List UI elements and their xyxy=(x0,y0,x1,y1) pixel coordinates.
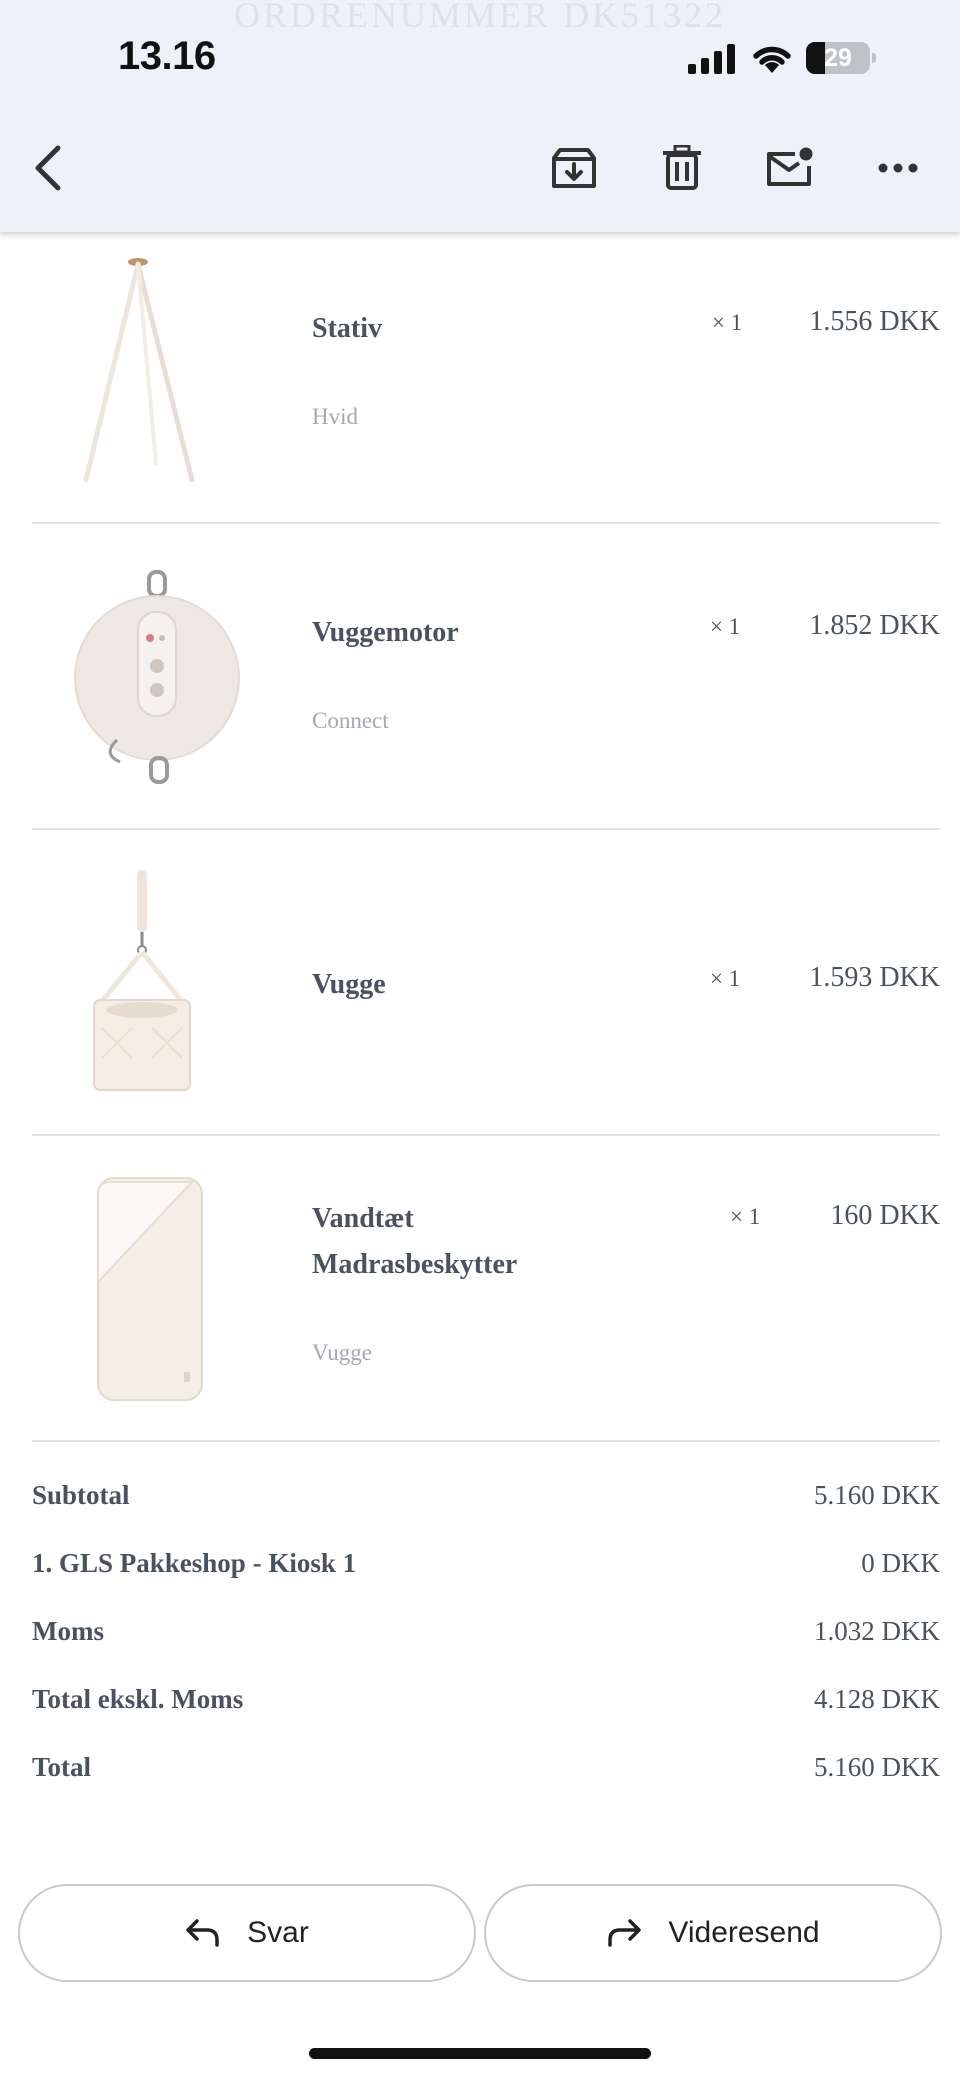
product-quantity: × 1 xyxy=(730,1204,761,1229)
wifi-icon xyxy=(753,46,791,73)
product-price: 1.593 DKK xyxy=(809,962,940,993)
forward-button[interactable]: Videresend xyxy=(484,1884,942,1982)
forward-label: Videresend xyxy=(668,1916,820,1949)
shipping-value: 0 DKK xyxy=(861,1548,940,1578)
more-icon xyxy=(878,163,918,173)
vat-value: 1.032 DKK xyxy=(814,1616,940,1646)
total-excl-vat-row: Total ekskl. Moms 4.128 DKK xyxy=(32,1684,940,1724)
trash-icon xyxy=(663,145,701,190)
product-price: 160 DKK xyxy=(830,1200,940,1231)
more-options-button[interactable] xyxy=(870,140,926,196)
shipping-label: 1. GLS Pakkeshop - Kiosk 1 xyxy=(32,1548,357,1578)
list-item: Vuggemotor Connect × 1 1.852 DKK xyxy=(32,524,940,830)
product-variant: Connect xyxy=(312,708,389,733)
cellular-signal-icon xyxy=(688,44,735,74)
battery-percent: 29 xyxy=(824,43,852,72)
total-row: Total 5.160 DKK xyxy=(32,1752,940,1792)
product-quantity: × 1 xyxy=(710,966,741,991)
product-variant: Hvid xyxy=(312,404,358,429)
back-button[interactable] xyxy=(22,140,78,196)
total-value: 5.160 DKK xyxy=(814,1752,940,1782)
subtotal-row: Subtotal 5.160 DKK xyxy=(32,1480,940,1520)
mark-unread-icon xyxy=(767,147,813,186)
battery-icon: 29 xyxy=(806,42,876,74)
forward-icon xyxy=(608,1919,642,1947)
product-name: Vugge xyxy=(312,969,386,1000)
status-icons: 29 xyxy=(688,38,876,78)
product-name: Stativ xyxy=(312,313,382,344)
product-quantity: × 1 xyxy=(710,614,741,639)
reply-label: Svar xyxy=(247,1916,309,1949)
reply-icon xyxy=(186,1919,219,1947)
total-excl-vat-label: Total ekskl. Moms xyxy=(32,1684,244,1714)
mattress-protector-image xyxy=(97,1177,203,1401)
reply-button[interactable]: Svar xyxy=(18,1884,476,1982)
vat-label: Moms xyxy=(32,1616,104,1646)
tripod-stand-image xyxy=(83,258,195,483)
back-arrow-icon xyxy=(35,145,61,191)
product-variant: Vugge xyxy=(312,1340,372,1365)
archive-icon xyxy=(552,148,596,188)
status-time: 13.16 xyxy=(118,34,216,78)
subtotal-label: Subtotal xyxy=(32,1480,130,1510)
total-label: Total xyxy=(32,1752,92,1782)
mark-unread-button[interactable] xyxy=(762,140,818,196)
cradle-motor-image xyxy=(74,570,240,784)
list-item: Vugge × 1 1.593 DKK xyxy=(32,830,940,1136)
home-indicator xyxy=(309,2048,651,2059)
shipping-row: 1. GLS Pakkeshop - Kiosk 1 0 DKK xyxy=(32,1548,940,1588)
archive-button[interactable] xyxy=(546,140,602,196)
delete-button[interactable] xyxy=(654,140,710,196)
top-app-bar: ORDRENUMMER DK51322 13.16 29 xyxy=(0,0,960,232)
product-quantity: × 1 xyxy=(712,310,743,335)
product-name: Vuggemotor xyxy=(312,617,459,648)
subtotal-value: 5.160 DKK xyxy=(814,1480,940,1510)
background-email-title: ORDRENUMMER DK51322 xyxy=(233,0,727,35)
total-excl-vat-value: 4.128 DKK xyxy=(814,1684,940,1714)
product-name: Vandtæt Madrasbeskytter xyxy=(312,1203,518,1280)
list-item: Stativ Hvid × 1 1.556 DKK xyxy=(32,232,940,524)
list-item: Vandtæt Madrasbeskytter Vugge × 1 160 DK… xyxy=(32,1136,940,1442)
product-price: 1.556 DKK xyxy=(809,306,940,337)
product-price: 1.852 DKK xyxy=(809,610,940,641)
hanging-cradle-image xyxy=(93,870,191,1091)
vat-row: Moms 1.032 DKK xyxy=(32,1616,940,1656)
